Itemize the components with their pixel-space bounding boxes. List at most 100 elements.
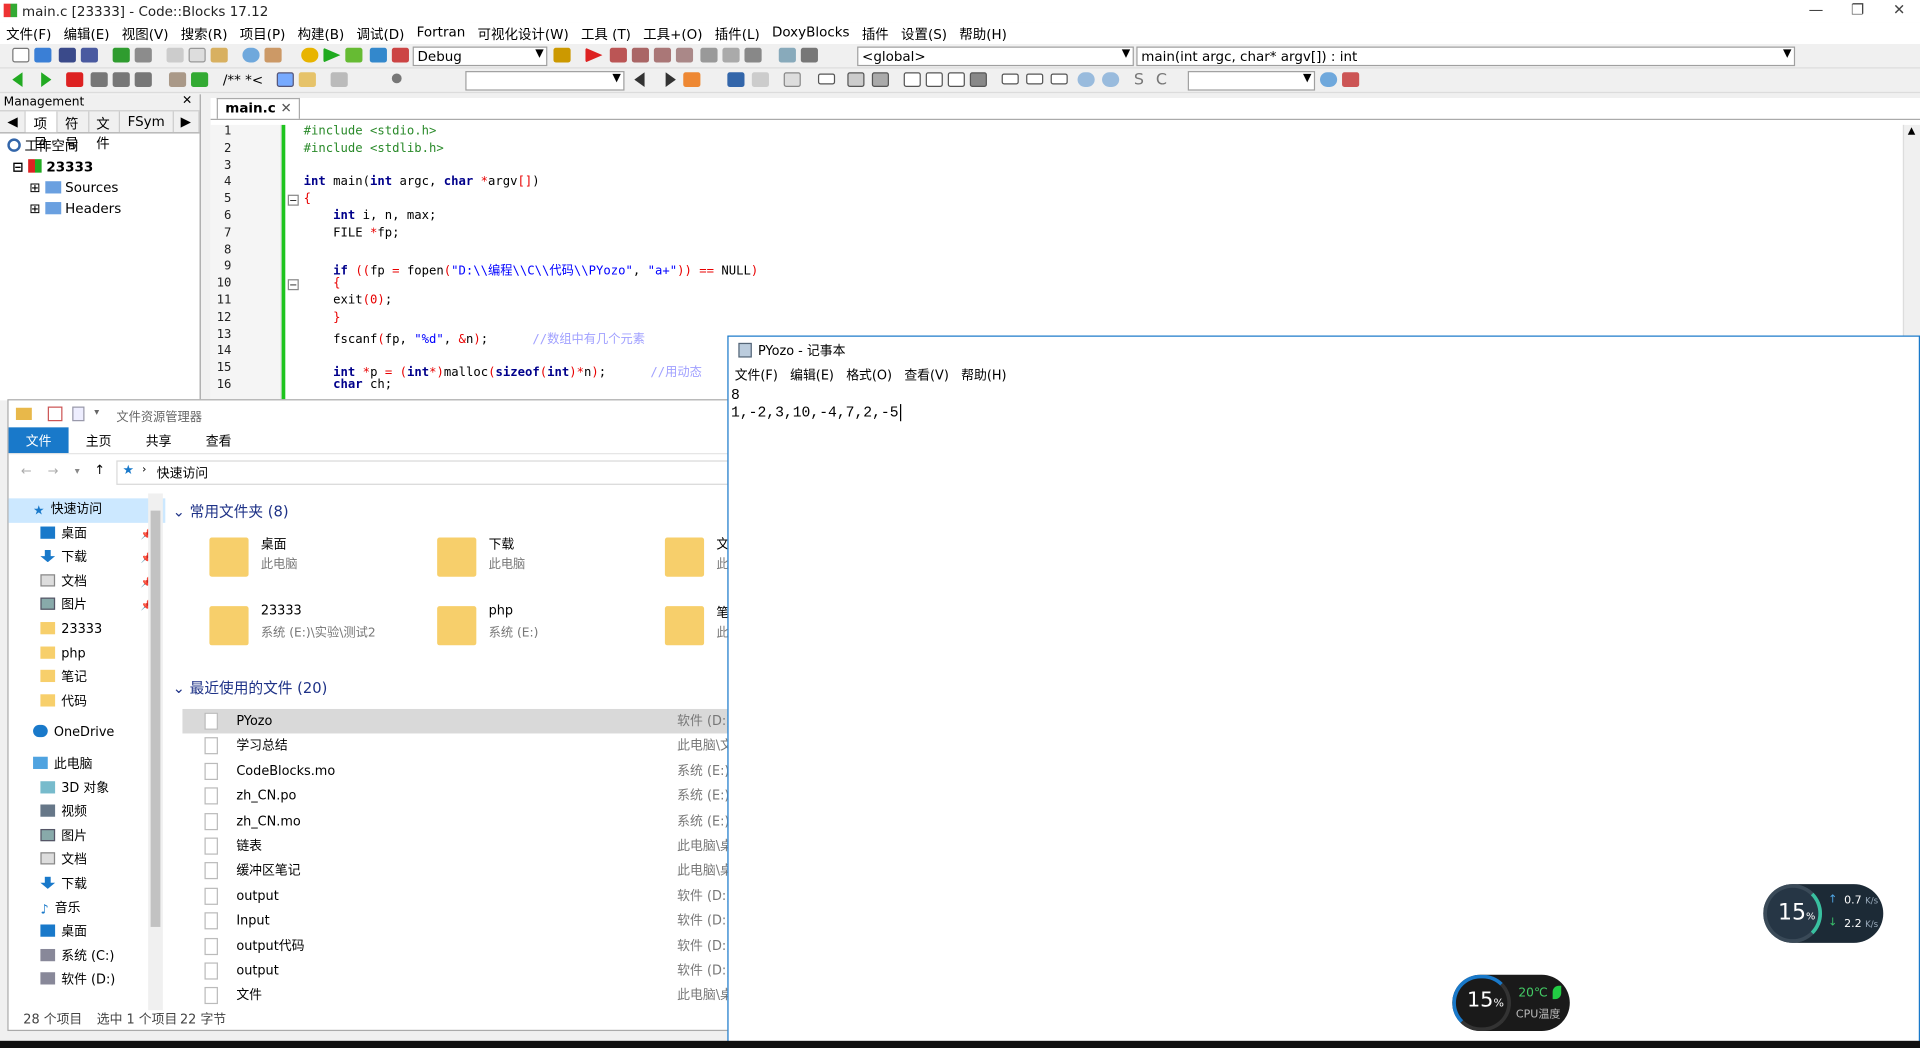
step-into-icon[interactable]: [653, 47, 672, 63]
menu-tools[interactable]: 工具 (T): [575, 22, 637, 44]
c-icon[interactable]: C: [1156, 71, 1167, 89]
nav-pc-desktop[interactable]: 桌面: [9, 921, 166, 945]
code-line[interactable]: {: [304, 192, 759, 209]
comment-block-button[interactable]: /** *<: [223, 72, 263, 88]
scroll-up-icon[interactable]: ▲: [1908, 125, 1916, 136]
minimize-button[interactable]: —: [1795, 0, 1837, 22]
tile-notes[interactable]: 笔记此电: [664, 601, 731, 657]
menu-visual-design[interactable]: 可视化设计(W): [471, 22, 574, 44]
recent-file-row[interactable]: output 软件 (D:): [182, 959, 731, 984]
ribbon-tab-share[interactable]: 共享: [129, 427, 189, 453]
save-icon[interactable]: [58, 47, 76, 63]
nav-this-pc[interactable]: 此电脑: [9, 753, 166, 777]
recent-file-row[interactable]: output 软件 (D:): [182, 884, 731, 909]
breakpoint-icon[interactable]: [391, 73, 402, 84]
copy-icon[interactable]: [188, 47, 206, 63]
regex-icon[interactable]: [751, 72, 769, 87]
run-to-cursor-icon[interactable]: [609, 47, 627, 63]
ribbon-tab-view[interactable]: 查看: [189, 427, 249, 453]
tab-scroll-right[interactable]: ▶: [173, 111, 200, 133]
nav-folder-php[interactable]: php: [9, 642, 166, 666]
save-all-icon[interactable]: [80, 47, 98, 63]
code-line[interactable]: #include <stdlib.h>: [304, 142, 759, 159]
nav-drive-d[interactable]: 软件 (D:): [9, 969, 166, 993]
jump-back-icon[interactable]: [12, 72, 23, 87]
nav-music[interactable]: ♪ 音乐: [9, 897, 166, 921]
code-text[interactable]: #include <stdio.h> #include <stdlib.h> in…: [304, 125, 759, 395]
np-menu-format[interactable]: 格式(O): [840, 364, 898, 386]
widget-panel-icon[interactable]: [871, 72, 889, 87]
nav-drive-c[interactable]: 系统 (C:): [9, 945, 166, 969]
code-line[interactable]: int *p = (int*)malloc(sizeof(int)*n); //…: [304, 361, 759, 379]
tree-sources[interactable]: ⊞ Sources: [0, 178, 200, 199]
editor-tab-main[interactable]: main.c ✕: [216, 97, 301, 119]
abort-icon[interactable]: [391, 47, 409, 63]
ribbon-tab-home[interactable]: 主页: [69, 427, 129, 453]
code-line[interactable]: int main(int argc, char *argv[]): [304, 176, 759, 193]
nav-pc-documents[interactable]: 文档: [9, 849, 166, 873]
address-bar[interactable]: ★ › 快速访问: [116, 460, 729, 485]
recent-file-row[interactable]: CodeBlocks.mo 系统 (E:)\: [182, 759, 731, 784]
tile-documents[interactable]: 文档此电: [664, 533, 731, 589]
nav-scrollbar[interactable]: [148, 493, 163, 1011]
code-line[interactable]: [304, 243, 759, 260]
notepad-text-area[interactable]: 8 1,-2,3,10,-4,7,2,-5: [729, 386, 1919, 423]
zoom-out-icon[interactable]: [1102, 72, 1120, 87]
nav-pictures[interactable]: 图片 📌: [9, 594, 166, 618]
code-line[interactable]: [304, 345, 759, 362]
debug-icon[interactable]: [585, 47, 603, 63]
recent-file-row[interactable]: 链表 此电脑\桌: [182, 834, 731, 859]
menu-project[interactable]: 项目(P): [234, 22, 292, 44]
menu-doxyblocks[interactable]: DoxyBlocks: [766, 22, 856, 44]
symbol-combo[interactable]: ▼: [1187, 71, 1316, 91]
code-line[interactable]: int i, n, max;: [304, 209, 759, 226]
widget-choice-icon[interactable]: [1026, 73, 1044, 85]
menu-settings[interactable]: 设置(S): [895, 22, 953, 44]
various-info-icon[interactable]: [800, 47, 818, 63]
highlight-icon[interactable]: [683, 72, 701, 87]
customize-qat-icon[interactable]: ▾: [94, 407, 99, 418]
nav-quick-access[interactable]: ★ 快速访问: [8, 498, 166, 523]
nav-folder-notes[interactable]: 笔记: [9, 666, 166, 690]
widget-slider-icon[interactable]: [903, 72, 921, 87]
tab-fsymbols[interactable]: FSym: [120, 111, 174, 133]
code-line[interactable]: {: [304, 277, 759, 294]
recent-file-row[interactable]: PYozo 软件 (D:): [182, 708, 732, 734]
np-menu-file[interactable]: 文件(F): [729, 364, 784, 386]
nav-desktop[interactable]: 桌面 📌: [9, 522, 166, 546]
tile-downloads[interactable]: 下载 此电脑: [437, 533, 657, 589]
paste-icon[interactable]: [210, 47, 228, 63]
breadcrumb[interactable]: 快速访问: [157, 464, 208, 482]
code-line[interactable]: FILE *fp;: [304, 226, 759, 243]
nav-onedrive[interactable]: OneDrive: [9, 722, 166, 746]
back-arrow-icon[interactable]: ←: [21, 464, 32, 479]
rebuild-icon[interactable]: [369, 47, 387, 63]
menu-view[interactable]: 视图(V): [116, 22, 175, 44]
tile-desktop[interactable]: 桌面 此电脑: [209, 533, 429, 589]
widget-combo-icon[interactable]: [1050, 73, 1068, 85]
np-menu-help[interactable]: 帮助(H): [955, 364, 1013, 386]
menu-fortran[interactable]: Fortran: [410, 22, 471, 44]
np-menu-edit[interactable]: 编辑(E): [784, 364, 840, 386]
code-line[interactable]: }: [304, 311, 759, 328]
close-button[interactable]: ✕: [1878, 0, 1920, 22]
clear-bookmarks-icon[interactable]: [134, 72, 152, 87]
code-line[interactable]: #include <stdio.h>: [304, 125, 759, 142]
menu-plugin[interactable]: 插件: [856, 22, 895, 44]
search-back-icon[interactable]: [634, 72, 645, 87]
next-bookmark-icon[interactable]: [112, 72, 130, 87]
redo-icon[interactable]: [134, 47, 152, 63]
recent-file-row[interactable]: 缓冲区笔记 此电脑\桌: [182, 859, 731, 884]
doxy-wizard-icon[interactable]: [168, 72, 187, 87]
menu-edit[interactable]: 编辑(E): [57, 22, 115, 44]
wrench-icon[interactable]: [330, 72, 348, 87]
network-speed-widget[interactable]: 15% ↑ 0.7 K/s ↓ 2.2 K/s: [1763, 884, 1884, 943]
tree-project[interactable]: ⊟ 23333: [0, 157, 200, 178]
html-icon[interactable]: [276, 72, 294, 87]
next-instruction-icon[interactable]: [700, 47, 718, 63]
prev-bookmark-icon[interactable]: [90, 72, 108, 87]
menu-build[interactable]: 构建(B): [291, 22, 350, 44]
nav-scroll-thumb[interactable]: [150, 510, 161, 927]
build-target-select[interactable]: Debug ▼: [412, 46, 548, 67]
menu-help[interactable]: 帮助(H): [953, 22, 1013, 44]
